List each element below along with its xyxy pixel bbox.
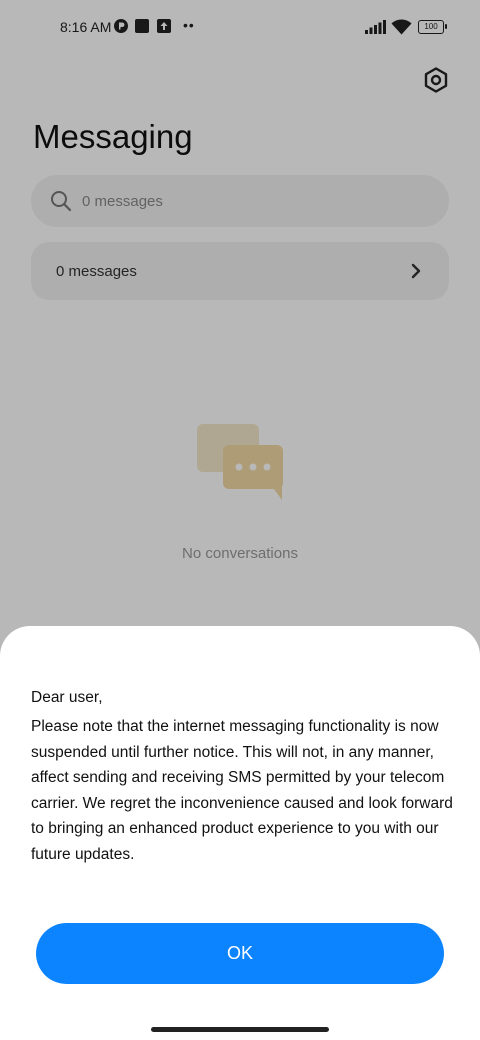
- home-indicator[interactable]: [151, 1027, 329, 1032]
- ok-button[interactable]: OK: [36, 923, 444, 984]
- dialog-greeting: Dear user,: [31, 689, 103, 706]
- notice-bottom-sheet: Dear user, Please note that the internet…: [0, 626, 480, 1040]
- dialog-message: Please note that the internet messaging …: [31, 718, 453, 863]
